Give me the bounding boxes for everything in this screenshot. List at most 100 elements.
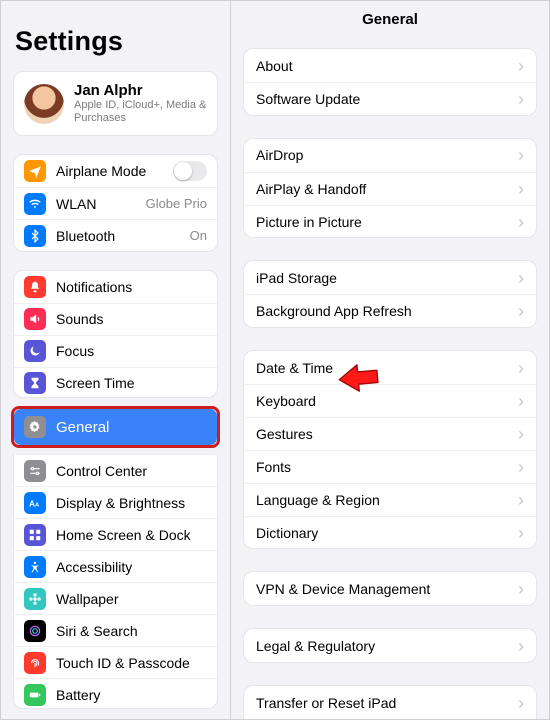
- sidebar-item-airplane[interactable]: Airplane Mode: [14, 155, 217, 187]
- chevron-right-icon: ›: [518, 458, 524, 476]
- detail-item-label: Background App Refresh: [256, 303, 518, 319]
- sidebar-item-home-screen[interactable]: Home Screen & Dock: [14, 518, 217, 550]
- detail-item-date-time[interactable]: Date & Time ›: [244, 351, 536, 384]
- sidebar-item-accessibility[interactable]: Accessibility: [14, 550, 217, 582]
- sidebar-item-battery[interactable]: Battery: [14, 678, 217, 709]
- settings-sidebar: Settings Jan Alphr Apple ID, iCloud+, Me…: [1, 1, 231, 719]
- detail-pane: General About › Software Update › AirDro…: [231, 1, 549, 719]
- detail-item-label: Legal & Regulatory: [256, 638, 518, 654]
- sidebar-item-wallpaper[interactable]: Wallpaper: [14, 582, 217, 614]
- detail-group-sharing: AirDrop › AirPlay & Handoff › Picture in…: [243, 138, 537, 239]
- sidebar-item-label: Bluetooth: [56, 228, 190, 244]
- detail-item-label: Fonts: [256, 459, 518, 475]
- sidebar-item-touchid[interactable]: Touch ID & Passcode: [14, 646, 217, 678]
- detail-item-ipad-storage[interactable]: iPad Storage ›: [244, 261, 536, 294]
- sidebar-item-notifications[interactable]: Notifications: [14, 271, 217, 303]
- sidebar-item-focus[interactable]: Focus: [14, 335, 217, 367]
- hourglass-icon: [24, 372, 46, 394]
- sidebar-item-label: Sounds: [56, 311, 207, 327]
- sidebar-item-general[interactable]: General: [14, 409, 217, 445]
- gear-icon: [24, 416, 46, 438]
- sidebar-item-label: Siri & Search: [56, 623, 207, 639]
- detail-item-label: Keyboard: [256, 393, 518, 409]
- airplane-toggle[interactable]: [173, 161, 207, 181]
- sidebar-item-label: Home Screen & Dock: [56, 527, 207, 543]
- sliders-icon: [24, 460, 46, 482]
- apple-id-card[interactable]: Jan Alphr Apple ID, iCloud+, Media & Pur…: [13, 71, 218, 136]
- sidebar-item-label: Display & Brightness: [56, 495, 207, 511]
- wifi-icon: [24, 193, 46, 215]
- detail-item-dictionary[interactable]: Dictionary ›: [244, 516, 536, 549]
- detail-item-airplay-handoff[interactable]: AirPlay & Handoff ›: [244, 172, 536, 205]
- detail-item-legal-regulatory[interactable]: Legal & Regulatory ›: [244, 629, 536, 662]
- accessibility-icon: [24, 556, 46, 578]
- sidebar-item-label: Wallpaper: [56, 591, 207, 607]
- detail-item-airdrop[interactable]: AirDrop ›: [244, 139, 536, 172]
- grid-icon: [24, 524, 46, 546]
- detail-item-vpn-device-management[interactable]: VPN & Device Management ›: [244, 572, 536, 605]
- detail-group-legal: Legal & Regulatory ›: [243, 628, 537, 663]
- sidebar-item-label: Notifications: [56, 279, 207, 295]
- profile-sub: Apple ID, iCloud+, Media & Purchases: [74, 99, 207, 125]
- chevron-right-icon: ›: [518, 425, 524, 443]
- detail-item-software-update[interactable]: Software Update ›: [244, 82, 536, 115]
- detail-group-storage: iPad Storage › Background App Refresh ›: [243, 260, 537, 328]
- sidebar-item-sounds[interactable]: Sounds: [14, 303, 217, 335]
- detail-item-language-region[interactable]: Language & Region ›: [244, 483, 536, 516]
- chevron-right-icon: ›: [518, 180, 524, 198]
- detail-group-input: Date & Time › Keyboard › Gestures › Font…: [243, 350, 537, 549]
- bluetooth-detail: On: [190, 228, 207, 243]
- chevron-right-icon: ›: [518, 302, 524, 320]
- sidebar-item-label: Accessibility: [56, 559, 207, 575]
- sidebar-group-alerts: Notifications Sounds Focus Screen Time: [13, 270, 218, 399]
- detail-item-label: Gestures: [256, 426, 518, 442]
- airplane-icon: [24, 160, 46, 182]
- sidebar-item-label: Focus: [56, 343, 207, 359]
- detail-item-gestures[interactable]: Gestures ›: [244, 417, 536, 450]
- detail-item-transfer-reset[interactable]: Transfer or Reset iPad ›: [244, 686, 536, 719]
- battery-icon: [24, 684, 46, 706]
- sidebar-item-label: General: [56, 419, 109, 436]
- chevron-right-icon: ›: [518, 90, 524, 108]
- profile-name: Jan Alphr: [74, 82, 207, 99]
- sidebar-item-label: Airplane Mode: [56, 163, 173, 179]
- chevron-right-icon: ›: [518, 694, 524, 712]
- sidebar-item-siri[interactable]: Siri & Search: [14, 614, 217, 646]
- sidebar-item-label: Control Center: [56, 463, 207, 479]
- wlan-detail: Globe Prio: [146, 196, 207, 211]
- detail-item-background-app-refresh[interactable]: Background App Refresh ›: [244, 294, 536, 327]
- svg-text:A: A: [29, 499, 35, 508]
- annotation-arrow: [335, 354, 383, 402]
- detail-item-label: About: [256, 58, 518, 74]
- sidebar-item-label: Battery: [56, 687, 207, 703]
- detail-item-label: AirDrop: [256, 147, 518, 163]
- detail-item-label: Date & Time: [256, 360, 518, 376]
- fingerprint-icon: [24, 652, 46, 674]
- sidebar-item-label: WLAN: [56, 196, 146, 212]
- detail-title: General: [231, 1, 549, 42]
- chevron-right-icon: ›: [518, 491, 524, 509]
- sidebar-item-display[interactable]: AA Display & Brightness: [14, 486, 217, 518]
- detail-item-label: VPN & Device Management: [256, 581, 518, 597]
- sidebar-item-control-center[interactable]: Control Center: [14, 454, 217, 486]
- detail-item-label: Picture in Picture: [256, 214, 518, 230]
- sidebar-item-wlan[interactable]: WLAN Globe Prio: [14, 187, 217, 219]
- detail-item-fonts[interactable]: Fonts ›: [244, 450, 536, 483]
- chevron-right-icon: ›: [518, 524, 524, 542]
- profile-text: Jan Alphr Apple ID, iCloud+, Media & Pur…: [74, 82, 207, 125]
- detail-item-label: Transfer or Reset iPad: [256, 695, 518, 711]
- bluetooth-icon: [24, 225, 46, 247]
- detail-item-picture-in-picture[interactable]: Picture in Picture ›: [244, 205, 536, 238]
- detail-item-about[interactable]: About ›: [244, 49, 536, 82]
- bell-icon: [24, 276, 46, 298]
- detail-item-label: Dictionary: [256, 525, 518, 541]
- sidebar-item-bluetooth[interactable]: Bluetooth On: [14, 219, 217, 251]
- chevron-right-icon: ›: [518, 146, 524, 164]
- chevron-right-icon: ›: [518, 213, 524, 231]
- sidebar-item-label: Touch ID & Passcode: [56, 655, 207, 671]
- detail-group-vpn: VPN & Device Management ›: [243, 571, 537, 606]
- sidebar-item-screentime[interactable]: Screen Time: [14, 367, 217, 399]
- detail-item-keyboard[interactable]: Keyboard ›: [244, 384, 536, 417]
- detail-item-label: iPad Storage: [256, 270, 518, 286]
- detail-item-label: Software Update: [256, 91, 518, 107]
